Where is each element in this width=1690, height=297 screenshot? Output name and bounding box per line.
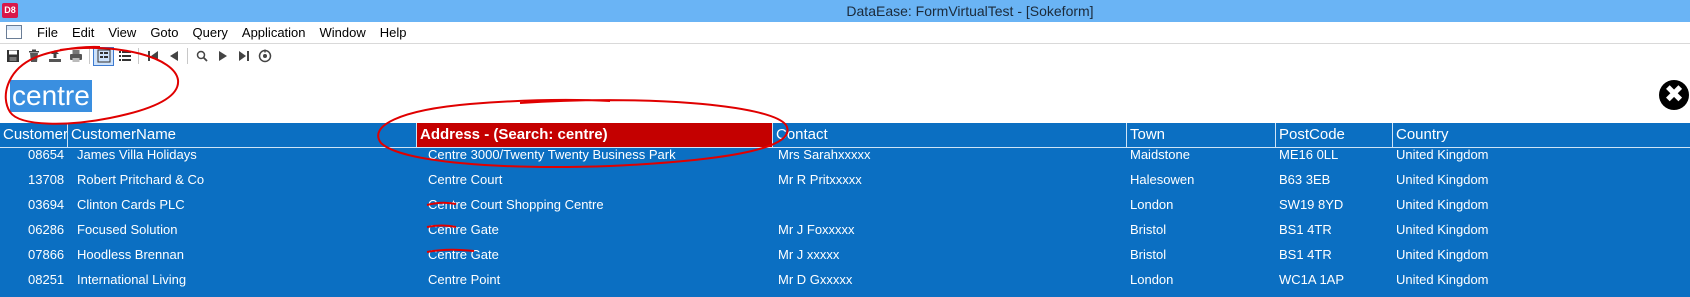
column-header-address[interactable]: Address - (Search: centre) xyxy=(417,123,773,148)
menu-items: File Edit View Goto Query Application Wi… xyxy=(30,25,414,41)
column-header-customername[interactable]: CustomerName xyxy=(68,123,417,148)
menu-edit[interactable]: Edit xyxy=(65,25,101,41)
cell-contact[interactable]: Mr J Foxxxxx xyxy=(778,222,855,237)
cell-postcode[interactable]: BS1 4TR xyxy=(1279,222,1332,237)
next-record-icon[interactable] xyxy=(212,47,233,66)
menu-window[interactable]: Window xyxy=(313,25,373,41)
cell-customer[interactable]: 08251 xyxy=(28,272,64,287)
cell-postcode[interactable]: B63 3EB xyxy=(1279,172,1330,187)
cell-postcode[interactable]: SW19 8YD xyxy=(1279,197,1343,212)
search-input[interactable]: centre xyxy=(10,80,92,112)
cell-contact[interactable]: Mrs Sarahxxxxx xyxy=(778,147,870,162)
column-header-country[interactable]: Country xyxy=(1393,123,1690,148)
column-header-customer[interactable]: Customer xyxy=(0,123,68,148)
cell-address[interactable]: Centre 3000/Twenty Twenty Business Park xyxy=(428,147,676,162)
cell-contact[interactable]: Mr R Pritxxxxx xyxy=(778,172,862,187)
menu-goto[interactable]: Goto xyxy=(143,25,185,41)
cell-country[interactable]: United Kingdom xyxy=(1396,147,1489,162)
cell-town[interactable]: Bristol xyxy=(1130,222,1166,237)
cell-country[interactable]: United Kingdom xyxy=(1396,172,1489,187)
form-window-icon[interactable] xyxy=(6,25,22,39)
title-bar: D8 DataEase: FormVirtualTest - [Sokeform… xyxy=(0,0,1690,22)
search-area: centre ✖ xyxy=(0,67,1690,123)
cell-country[interactable]: United Kingdom xyxy=(1396,197,1489,212)
cell-customer-name[interactable]: James Villa Holidays xyxy=(77,147,197,162)
last-record-icon[interactable] xyxy=(233,47,254,66)
toolbar xyxy=(0,45,1690,67)
cell-country[interactable]: United Kingdom xyxy=(1396,222,1489,237)
cell-customer-name[interactable]: International Living xyxy=(77,272,186,287)
cell-town[interactable]: Bristol xyxy=(1130,247,1166,262)
close-search-button[interactable]: ✖ xyxy=(1659,80,1689,110)
cell-address[interactable]: Centre Gate xyxy=(428,222,499,237)
cell-customer[interactable]: 08654 xyxy=(28,147,64,162)
cell-address[interactable]: Centre Court Shopping Centre xyxy=(428,197,604,212)
cell-customer-name[interactable]: Hoodless Brennan xyxy=(77,247,184,262)
column-header-contact[interactable]: Contact xyxy=(773,123,1127,148)
cell-address[interactable]: Centre Point xyxy=(428,272,500,287)
cell-country[interactable]: United Kingdom xyxy=(1396,247,1489,262)
save-icon[interactable] xyxy=(2,47,23,66)
cell-postcode[interactable]: WC1A 1AP xyxy=(1279,272,1344,287)
cell-address[interactable]: Centre Court xyxy=(428,172,502,187)
results-grid: Customer CustomerName Address - (Search:… xyxy=(0,123,1690,297)
menu-help[interactable]: Help xyxy=(373,25,414,41)
cell-customer[interactable]: 13708 xyxy=(28,172,64,187)
cell-country[interactable]: United Kingdom xyxy=(1396,272,1489,287)
menu-application[interactable]: Application xyxy=(235,25,313,41)
menu-query[interactable]: Query xyxy=(186,25,235,41)
menu-view[interactable]: View xyxy=(101,25,143,41)
form-view-icon[interactable] xyxy=(93,46,114,66)
cell-customer-name[interactable]: Clinton Cards PLC xyxy=(77,197,185,212)
cell-postcode[interactable]: BS1 4TR xyxy=(1279,247,1332,262)
toolbar-separator xyxy=(187,48,188,64)
cell-town[interactable]: Maidstone xyxy=(1130,147,1190,162)
search-icon[interactable] xyxy=(191,47,212,66)
previous-record-icon[interactable] xyxy=(163,47,184,66)
cell-customer-name[interactable]: Focused Solution xyxy=(77,222,177,237)
cell-town[interactable]: London xyxy=(1130,197,1173,212)
cell-customer[interactable]: 07866 xyxy=(28,247,64,262)
first-record-icon[interactable] xyxy=(142,47,163,66)
cell-contact[interactable]: Mr J xxxxx xyxy=(778,247,839,262)
toolbar-separator xyxy=(138,48,139,64)
menu-bar: File Edit View Goto Query Application Wi… xyxy=(0,22,1690,44)
cell-contact[interactable]: Mr D Gxxxxx xyxy=(778,272,852,287)
print-icon[interactable] xyxy=(65,47,86,66)
cell-customer[interactable]: 03694 xyxy=(28,197,64,212)
toolbar-separator xyxy=(89,48,90,64)
menu-file[interactable]: File xyxy=(30,25,65,41)
cell-address[interactable]: Centre Gate xyxy=(428,247,499,262)
cell-customer-name[interactable]: Robert Pritchard & Co xyxy=(77,172,204,187)
cell-customer[interactable]: 06286 xyxy=(28,222,64,237)
cell-town[interactable]: London xyxy=(1130,272,1173,287)
column-header-postcode[interactable]: PostCode xyxy=(1276,123,1393,148)
upload-icon[interactable] xyxy=(44,47,65,66)
list-view-icon[interactable] xyxy=(114,47,135,66)
window-title: DataEase: FormVirtualTest - [Sokeform] xyxy=(846,3,1094,19)
refresh-icon[interactable] xyxy=(254,47,275,66)
cell-town[interactable]: Halesowen xyxy=(1130,172,1194,187)
column-header-town[interactable]: Town xyxy=(1127,123,1276,148)
delete-icon[interactable] xyxy=(23,47,44,66)
cell-postcode[interactable]: ME16 0LL xyxy=(1279,147,1338,162)
